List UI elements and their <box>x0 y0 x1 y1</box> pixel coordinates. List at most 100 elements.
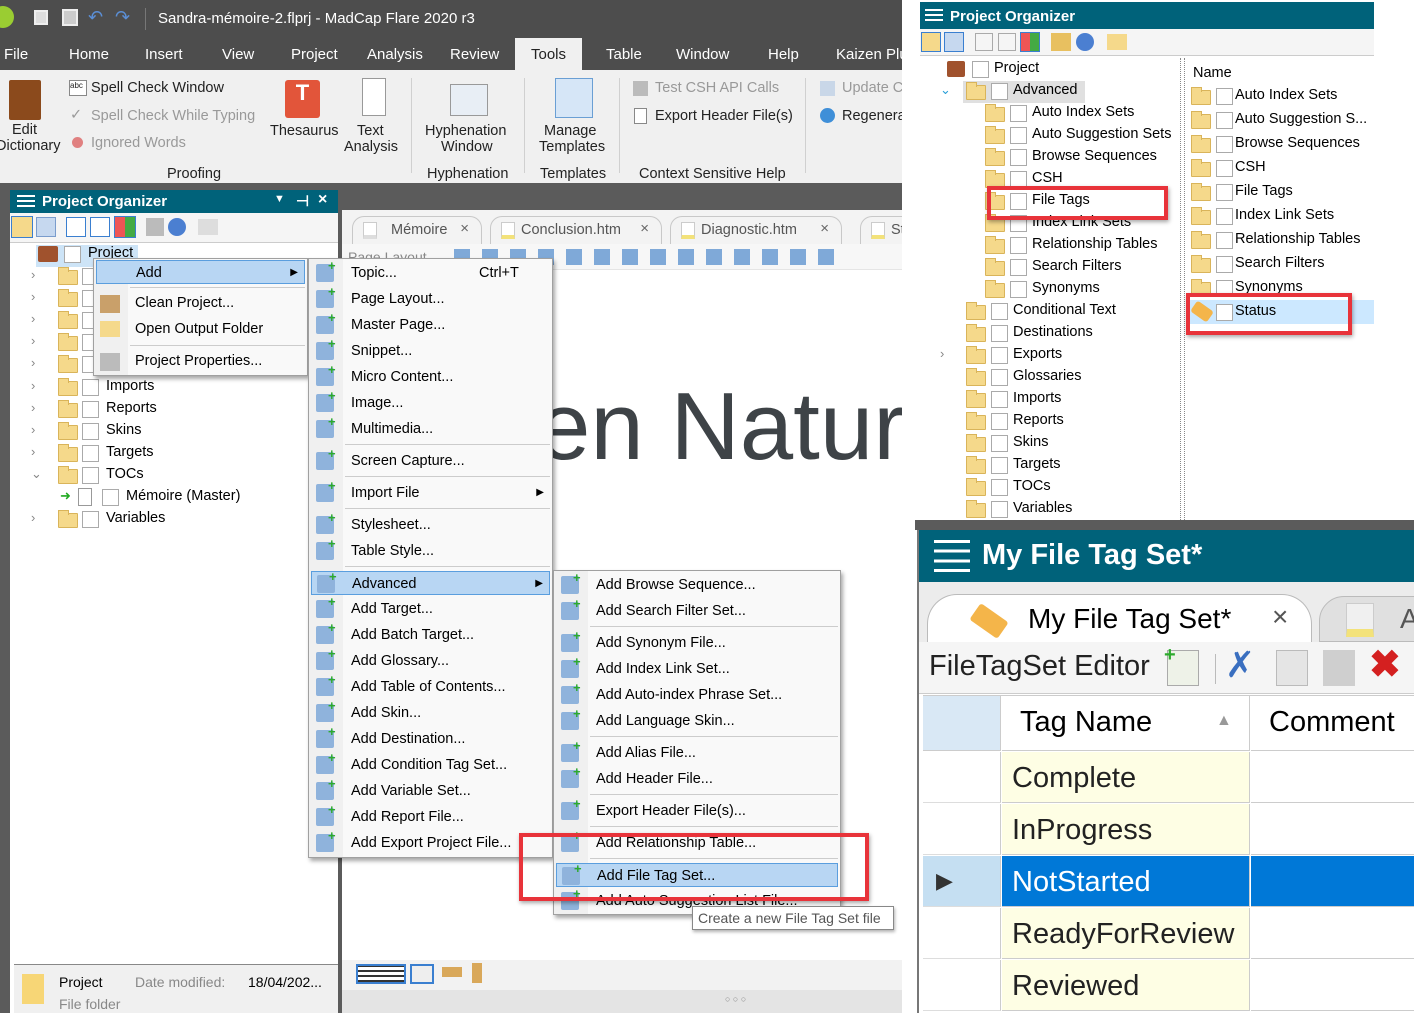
edit-dictionary-button[interactable]: Edit <box>12 122 37 138</box>
checkbox[interactable] <box>991 501 1008 518</box>
expand-chevron-icon[interactable]: › <box>31 355 35 370</box>
tree-item-label[interactable]: Relationship Tables <box>1032 236 1157 252</box>
checkbox[interactable] <box>1216 208 1233 225</box>
checkbox[interactable] <box>1010 127 1027 144</box>
expand-chevron-icon[interactable]: › <box>31 400 35 415</box>
tree-item-label[interactable]: Mémoire (Master) <box>126 488 240 504</box>
menu-insert[interactable]: Insert <box>145 46 183 63</box>
list-item-label[interactable]: File Tags <box>1235 183 1293 199</box>
view-icons[interactable] <box>356 964 406 984</box>
checkbox[interactable] <box>64 246 81 263</box>
expand-all-icon[interactable] <box>66 217 86 237</box>
tree-item-label[interactable]: Destinations <box>1013 324 1093 340</box>
list-item-label[interactable]: Browse Sequences <box>1235 135 1360 151</box>
menu-icon[interactable] <box>925 9 943 21</box>
tree-item-label[interactable]: Auto Suggestion Sets <box>1032 126 1171 142</box>
close-icon[interactable]: × <box>318 191 327 209</box>
tree-item-label[interactable]: Targets <box>106 444 154 460</box>
menu-item-add-language-skin[interactable]: + Add Language Skin... <box>556 706 838 733</box>
export-icon[interactable] <box>146 218 164 236</box>
checkbox[interactable] <box>991 457 1008 474</box>
menu-item-add-destination[interactable]: + Add Destination... <box>311 724 550 751</box>
checkbox[interactable] <box>991 435 1008 452</box>
menu-item-add-batch-target[interactable]: + Add Batch Target... <box>311 620 550 647</box>
checkbox[interactable] <box>991 303 1008 320</box>
text-analysis-label[interactable]: Analysis <box>344 139 398 155</box>
menu-item-add[interactable]: Add ▶ <box>96 260 305 284</box>
menu-home[interactable]: Home <box>69 46 109 63</box>
export-icon[interactable] <box>1051 33 1071 51</box>
tag-name-cell[interactable]: ReadyForReview <box>1002 908 1250 959</box>
menu-table[interactable]: Table <box>606 46 642 63</box>
menu-window[interactable]: Window <box>676 46 729 63</box>
list-item-label[interactable]: Auto Index Sets <box>1235 87 1337 103</box>
menu-item-export-header-file-s[interactable]: + Export Header File(s)... <box>556 796 838 823</box>
checkbox[interactable] <box>991 391 1008 408</box>
expand-chevron-icon[interactable]: › <box>940 346 944 361</box>
color-view-icon[interactable] <box>114 216 136 238</box>
checkbox[interactable] <box>1216 184 1233 201</box>
tree-item-label[interactable]: Exports <box>1013 346 1062 362</box>
editor-tab[interactable]: Mémoire × <box>352 216 482 244</box>
tab-close-icon[interactable]: × <box>460 220 469 237</box>
checkbox[interactable] <box>1216 88 1233 105</box>
menu-item-project-properties[interactable]: Project Properties... <box>96 349 305 373</box>
checkbox[interactable] <box>82 423 99 440</box>
checkbox[interactable] <box>991 347 1008 364</box>
checkbox[interactable] <box>1216 160 1233 177</box>
menu-item-add-synonym-file[interactable]: + Add Synonym File... <box>556 628 838 655</box>
checkbox[interactable] <box>991 369 1008 386</box>
redo-icon[interactable]: ↷ <box>115 7 130 28</box>
delete-icon[interactable]: ✖ <box>1369 642 1401 687</box>
menu-item-import-file[interactable]: + Import File ▶ <box>311 478 550 505</box>
export-header-button[interactable]: Export Header File(s) <box>655 108 793 124</box>
regenerate-button[interactable]: Regenera <box>842 108 906 124</box>
list-item-label[interactable]: CSH <box>1235 159 1266 175</box>
checkbox[interactable] <box>1216 232 1233 249</box>
tree-item-label[interactable]: Auto Index Sets <box>1032 104 1134 120</box>
tag-name-cell[interactable]: NotStarted <box>1002 856 1250 907</box>
editor-tab[interactable]: Conclusion.htm × <box>490 216 662 244</box>
checkbox[interactable] <box>991 325 1008 342</box>
row-header[interactable]: ▶ <box>923 856 1001 907</box>
row-header[interactable] <box>923 908 1001 959</box>
tree-item-label[interactable]: Advanced <box>1013 82 1078 98</box>
checkbox[interactable] <box>82 379 99 396</box>
tree-item-label[interactable]: TOCs <box>106 466 144 482</box>
refresh-icon[interactable] <box>168 218 186 236</box>
menu-item-add-target[interactable]: + Add Target... <box>311 594 550 621</box>
menu-item-stylesheet[interactable]: + Stylesheet... <box>311 510 550 537</box>
menu-item-add-index-link-set[interactable]: + Add Index Link Set... <box>556 654 838 681</box>
menu-item-image[interactable]: + Image... <box>311 388 550 415</box>
collapse-chevron-icon[interactable]: ⌄ <box>31 466 42 482</box>
menu-item-multimedia[interactable]: + Multimedia... <box>311 414 550 441</box>
expand-chevron-icon[interactable]: › <box>31 333 35 348</box>
menu-tools[interactable]: Tools <box>531 46 566 63</box>
ruler-icon[interactable] <box>442 967 462 977</box>
menu-item-add-report-file[interactable]: + Add Report File... <box>311 802 550 829</box>
menu-item-add-header-file[interactable]: + Add Header File... <box>556 764 838 791</box>
expand-chevron-icon[interactable]: › <box>31 289 35 304</box>
menu-item-add-alias-file[interactable]: + Add Alias File... <box>556 738 838 765</box>
test-csh-api-button[interactable]: Test CSH API Calls <box>655 80 779 96</box>
comment-cell[interactable] <box>1251 752 1414 803</box>
audio-icon[interactable] <box>410 964 434 984</box>
menu-item-topic[interactable]: + Topic... Ctrl+T <box>311 258 550 285</box>
menu-view[interactable]: View <box>222 46 254 63</box>
tab-my-file-tag-set[interactable]: My File Tag Set* × <box>927 594 1312 644</box>
column-header-tag-name[interactable]: Tag Name ▲ <box>1002 696 1250 751</box>
checkbox[interactable] <box>1010 105 1027 122</box>
text-analysis-button[interactable]: Text <box>357 123 384 139</box>
tree-item-label[interactable]: Skins <box>1013 434 1048 450</box>
checkbox[interactable] <box>991 413 1008 430</box>
tree-item-label[interactable]: CSH <box>1032 170 1063 186</box>
cut-icon[interactable]: ✗ <box>1225 644 1255 686</box>
comment-cell[interactable] <box>1251 856 1414 907</box>
menu-project[interactable]: Project <box>291 46 338 63</box>
menu-item-table-style[interactable]: + Table Style... <box>311 536 550 563</box>
menu-item-master-page[interactable]: + Master Page... <box>311 310 550 337</box>
refresh-icon[interactable] <box>1076 33 1094 51</box>
tree-item-label[interactable]: Variables <box>1013 500 1072 516</box>
comment-cell[interactable] <box>1251 908 1414 959</box>
menu-item-add-glossary[interactable]: + Add Glossary... <box>311 646 550 673</box>
